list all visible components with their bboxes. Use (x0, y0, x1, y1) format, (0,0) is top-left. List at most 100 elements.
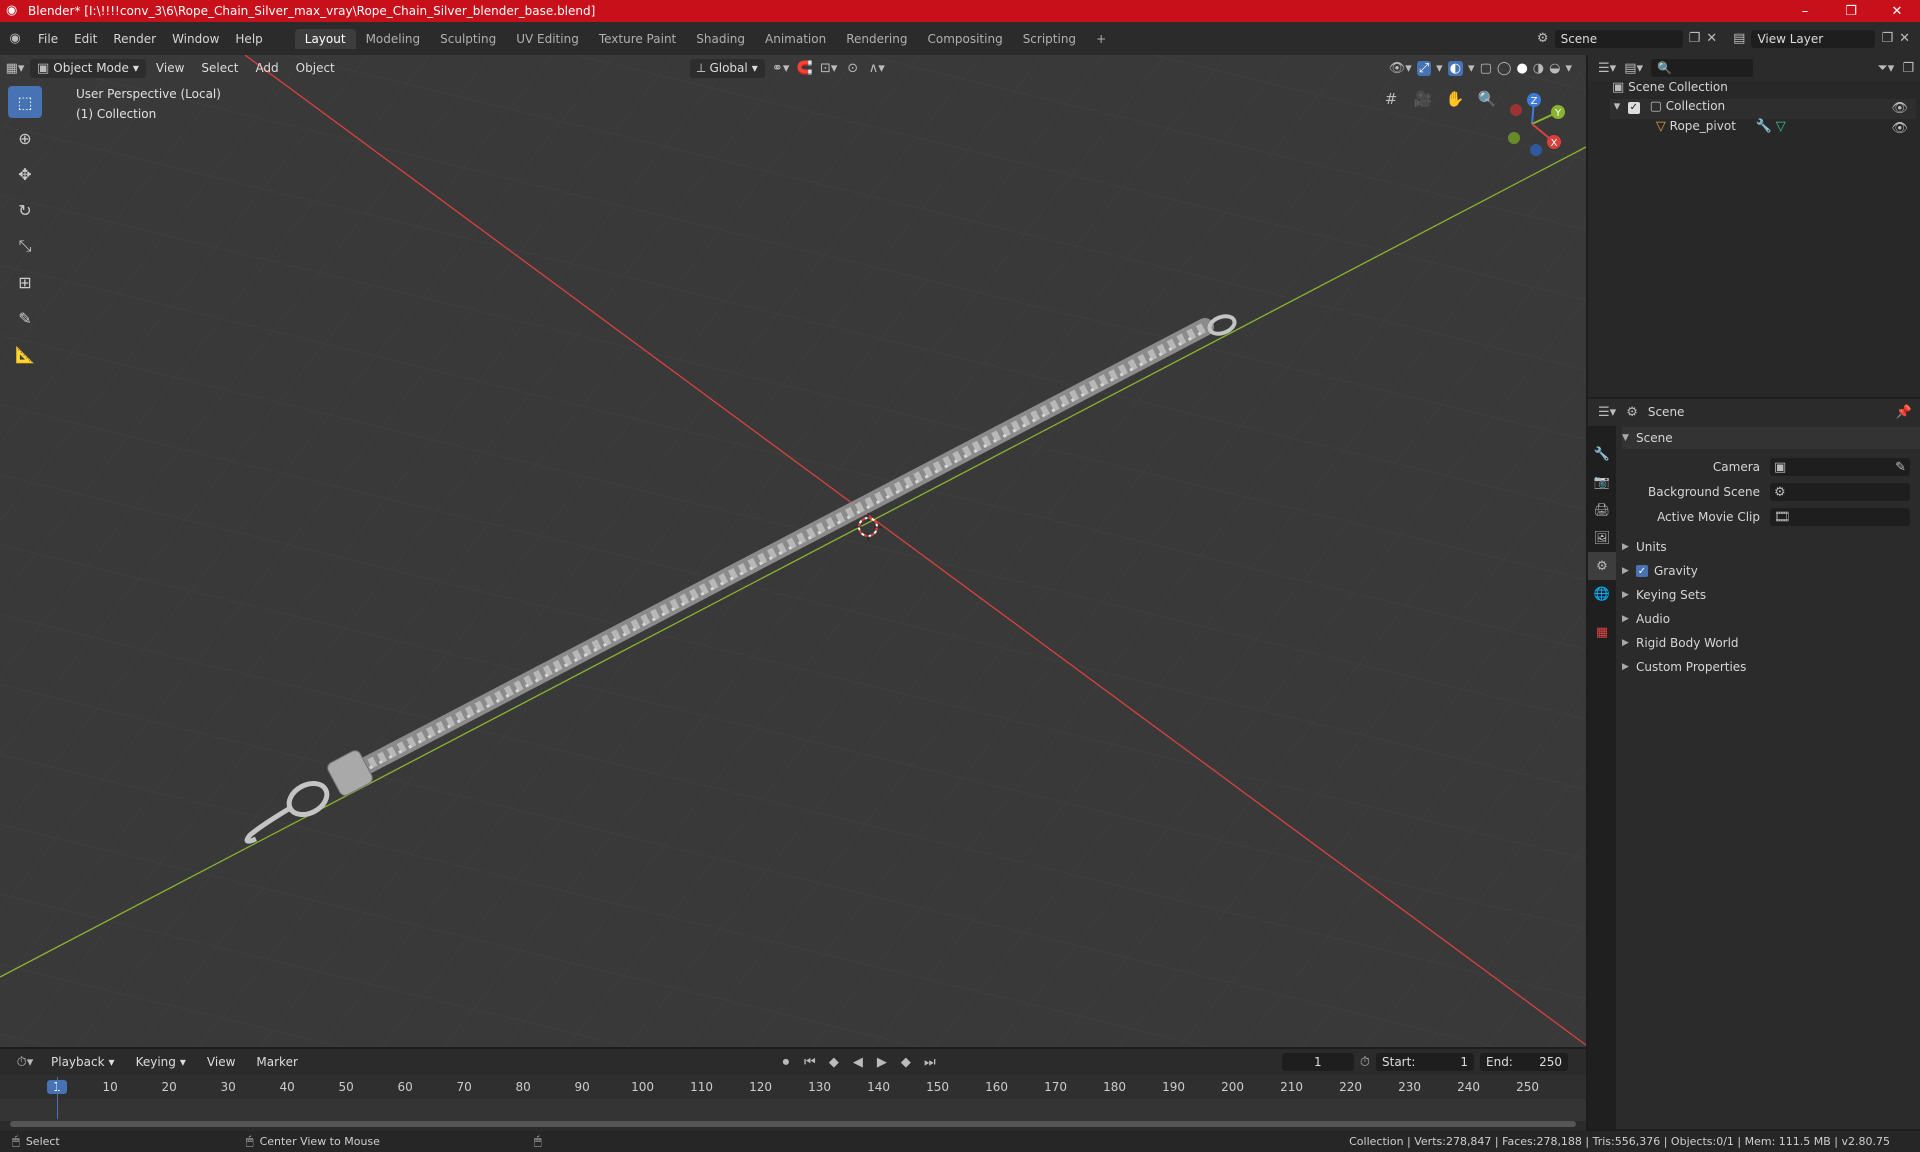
timeline-editor-icon[interactable]: ⏱▾ (10, 1055, 40, 1070)
jump-end-icon[interactable]: ⏭ (920, 1055, 940, 1070)
start-frame-field[interactable]: Start: 1 (1376, 1053, 1474, 1071)
render-tab-icon[interactable]: 📷 (1588, 468, 1616, 496)
transform-tool-icon[interactable]: ⊞ (8, 266, 42, 298)
current-frame-field[interactable]: 1 (1281, 1053, 1354, 1071)
record-icon[interactable]: ⏺ (776, 1055, 796, 1070)
chevron-down-icon[interactable]: ▾ (1436, 61, 1443, 76)
panel-rigid-body-world[interactable]: ▶ Rigid Body World (1622, 632, 1920, 654)
world-tab-icon[interactable]: 🌐 (1588, 580, 1616, 608)
tab-shading[interactable]: Shading (686, 29, 755, 49)
view-layer-selector[interactable]: View Layer (1751, 29, 1876, 48)
tab-sculpting[interactable]: Sculpting (430, 29, 506, 49)
mesh-data-icon[interactable]: ▽ (1776, 119, 1786, 134)
properties-editor-icon[interactable]: ☰▾ (1598, 405, 1616, 420)
end-frame-field[interactable]: End: 250 (1480, 1053, 1568, 1071)
tab-scripting[interactable]: Scripting (1013, 29, 1086, 49)
select-box-tool-icon[interactable]: ⬚ (8, 86, 42, 118)
minimize-button[interactable]: – (1782, 4, 1828, 19)
falloff-icon[interactable]: ∧▾ (864, 61, 890, 76)
tab-rendering[interactable]: Rendering (836, 29, 917, 49)
outliner-search-input[interactable]: 🔍 (1651, 59, 1753, 77)
blender-menu-icon[interactable]: ◉ (0, 31, 30, 46)
snap-target-icon[interactable]: ⊡▾ (816, 61, 842, 76)
panel-scene-header[interactable]: ▼ Scene (1622, 427, 1920, 449)
filter-icon[interactable]: ⏷▾ (1877, 61, 1894, 76)
play-reverse-icon[interactable]: ◀ (848, 1055, 868, 1070)
viewport-menu-view[interactable]: View (149, 59, 191, 77)
delete-view-layer-icon[interactable]: ✕ (1899, 31, 1910, 46)
maximize-button[interactable]: ❐ (1828, 4, 1874, 19)
rendered-shading-icon[interactable]: ◒ (1549, 61, 1560, 76)
background-scene-field[interactable]: ⚙ (1770, 483, 1910, 501)
viewport-menu-select[interactable]: Select (194, 59, 245, 77)
timeline-menu-view[interactable]: View (200, 1053, 242, 1071)
timeline-menu-marker[interactable]: Marker (249, 1053, 304, 1071)
active-movie-clip-field[interactable]: 🎞 (1770, 508, 1910, 526)
move-tool-icon[interactable]: ✥ (8, 158, 42, 190)
chevron-down-icon[interactable]: ▾ (1565, 61, 1572, 76)
tab-layout[interactable]: Layout (294, 28, 356, 49)
tab-compositing[interactable]: Compositing (917, 29, 1012, 49)
camera-view-icon[interactable]: 🎥 (1412, 88, 1434, 110)
proportional-edit-icon[interactable]: ⊙ (842, 61, 864, 76)
menu-file[interactable]: File (30, 32, 66, 46)
solid-shading-icon[interactable]: ● (1516, 61, 1527, 76)
overlay-toggle-icon[interactable]: ◐ (1447, 60, 1464, 76)
checkbox-icon[interactable]: ✓ (1627, 101, 1640, 114)
menu-window[interactable]: Window (164, 32, 227, 46)
pan-hand-icon[interactable]: ✋ (1444, 88, 1466, 110)
menu-help[interactable]: Help (227, 32, 270, 46)
scene-selector[interactable]: Scene (1554, 29, 1683, 48)
clock-icon[interactable]: ⏱ (1360, 1055, 1370, 1070)
jump-start-icon[interactable]: ⏮ (800, 1055, 820, 1070)
timeline-menu-keying[interactable]: Keying ▾ (129, 1053, 193, 1071)
scene-tab-icon[interactable]: ⚙ (1588, 552, 1616, 580)
chevron-down-icon[interactable]: ▾ (1468, 61, 1475, 76)
panel-custom-properties[interactable]: ▶ Custom Properties (1622, 656, 1920, 678)
eye-icon[interactable]: 👁 (1891, 121, 1908, 136)
viewport-menu-add[interactable]: Add (248, 59, 285, 77)
panel-units[interactable]: ▶ Units (1622, 536, 1920, 558)
material-shading-icon[interactable]: ◑ (1533, 61, 1544, 76)
eyedropper-icon[interactable]: ✎ (1895, 460, 1906, 475)
pivot-point-icon[interactable]: ⚭▾ (768, 61, 794, 76)
playhead[interactable] (57, 1077, 58, 1119)
tab-texture-paint[interactable]: Texture Paint (589, 29, 686, 49)
gizmo-toggle-icon[interactable]: ⤢ (1416, 60, 1432, 76)
panel-audio[interactable]: ▶ Audio (1622, 608, 1920, 630)
gravity-checkbox-icon[interactable]: ✓ (1636, 565, 1648, 577)
panel-keying-sets[interactable]: ▶ Keying Sets (1622, 584, 1920, 606)
camera-field[interactable]: ▣ ✎ (1770, 458, 1910, 476)
outliner-collection-row[interactable]: ▾ ✓ ▢ Collection 👁 (1610, 99, 1916, 119)
editor-type-icon[interactable]: ▦▾ (0, 61, 30, 76)
tab-uv-editing[interactable]: UV Editing (506, 29, 589, 49)
menu-render[interactable]: Render (105, 32, 164, 46)
menu-edit[interactable]: Edit (66, 32, 105, 46)
navigation-gizmo[interactable]: Z Y X (1492, 88, 1572, 160)
new-collection-icon[interactable]: ❐ (1902, 61, 1920, 76)
scale-tool-icon[interactable]: ⤡ (8, 230, 42, 262)
scene-icon[interactable]: ⚙ (1537, 31, 1549, 46)
new-view-layer-icon[interactable]: ❐ (1881, 31, 1893, 46)
expand-arrow-icon[interactable]: ▾ (1610, 99, 1624, 114)
transform-orientation-selector[interactable]: ⟂ Global ▾ (689, 58, 765, 78)
output-tab-icon[interactable]: 🖨 (1588, 496, 1616, 524)
delete-scene-icon[interactable]: ✕ (1706, 31, 1717, 46)
tab-modeling[interactable]: Modeling (356, 29, 431, 49)
add-workspace-button[interactable]: + (1086, 29, 1116, 49)
display-mode-icon[interactable]: ▤▾ (1624, 61, 1643, 76)
pin-icon[interactable]: 📌 (1896, 405, 1920, 420)
outliner-root[interactable]: ▣ Scene Collection (1612, 80, 1728, 95)
rotate-tool-icon[interactable]: ↻ (8, 194, 42, 226)
tab-animation[interactable]: Animation (755, 29, 836, 49)
prev-keyframe-icon[interactable]: ◆ (824, 1055, 844, 1070)
new-scene-icon[interactable]: ❐ (1689, 31, 1701, 46)
outliner-editor-icon[interactable]: ☰▾ (1598, 61, 1616, 76)
texture-tab-icon[interactable]: ▦ (1588, 618, 1616, 646)
snap-icon[interactable]: 🧲 (794, 61, 816, 76)
play-icon[interactable]: ▶ (872, 1055, 892, 1070)
annotate-tool-icon[interactable]: ✎ (8, 302, 42, 334)
outliner-object-row[interactable]: ▽ Rope_pivot 🔧 ▽ 👁 (1610, 119, 1916, 139)
view-layer-icon[interactable]: ▤ (1733, 31, 1745, 46)
viewport-menu-object[interactable]: Object (289, 59, 342, 77)
